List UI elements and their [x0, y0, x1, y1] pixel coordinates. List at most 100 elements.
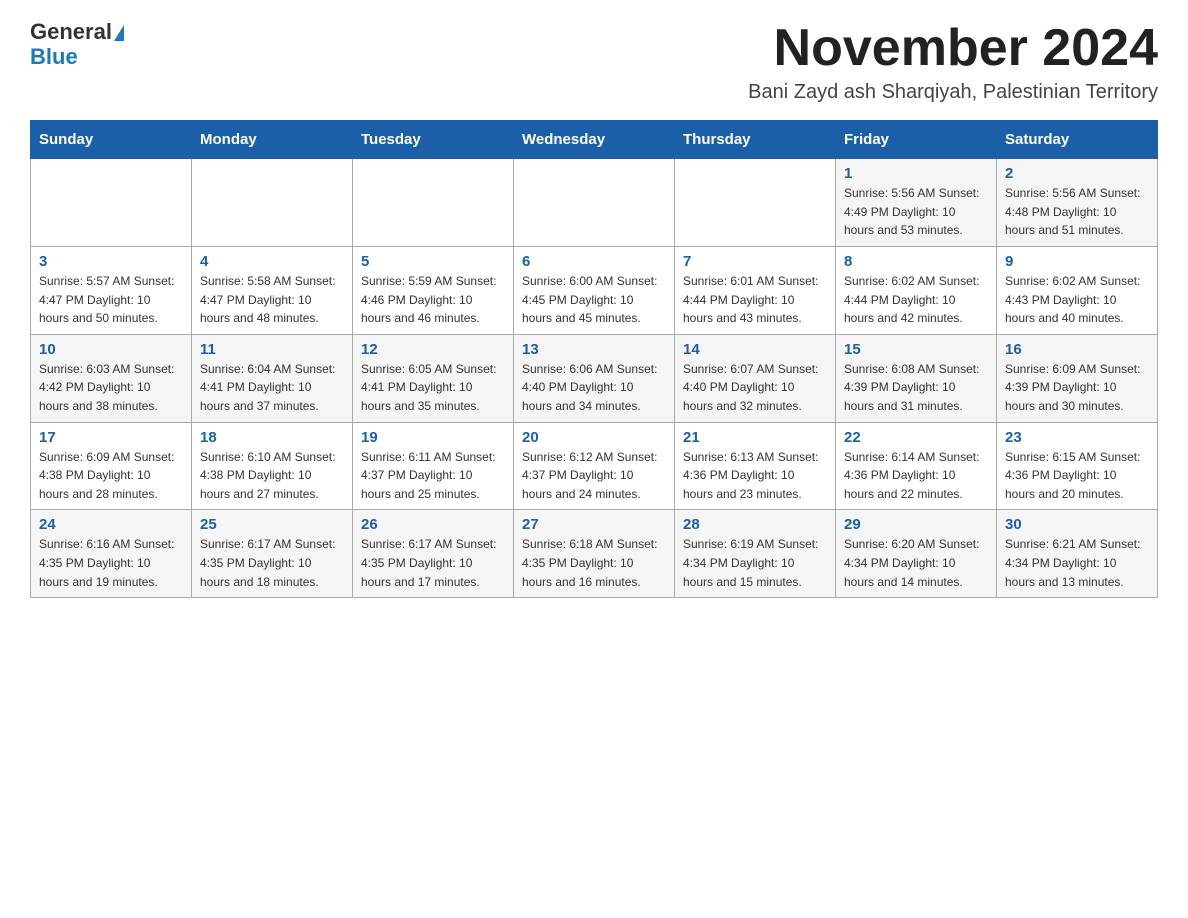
day-number: 13: [522, 341, 666, 358]
day-number: 22: [844, 429, 988, 446]
day-number: 4: [200, 253, 344, 270]
logo-general-text: General: [30, 19, 112, 44]
day-number: 26: [361, 516, 505, 533]
table-row: 24Sunrise: 6:16 AM Sunset: 4:35 PM Dayli…: [31, 510, 192, 598]
day-number: 11: [200, 341, 344, 358]
day-info: Sunrise: 5:59 AM Sunset: 4:46 PM Dayligh…: [361, 272, 505, 328]
table-row: 20 Sunrise: 6:12 AM Sunset: 4:37 PM Dayli…: [514, 422, 675, 510]
calendar-week-row: 24Sunrise: 6:16 AM Sunset: 4:35 PM Dayli…: [31, 510, 1158, 598]
calendar-header-row: Sunday Monday Tuesday Wednesday Thursday…: [31, 121, 1158, 159]
day-number: 12: [361, 341, 505, 358]
title-block: November 2024 Bani Zayd ash Sharqiyah, P…: [748, 20, 1158, 104]
col-saturday: Saturday: [997, 121, 1158, 159]
table-row: 11 Sunrise: 6:04 AM Sunset: 4:41 PM Dayli…: [192, 334, 353, 422]
table-row: 14Sunrise: 6:07 AM Sunset: 4:40 PM Dayli…: [675, 334, 836, 422]
table-row: 7 Sunrise: 6:01 AM Sunset: 4:44 PM Daylig…: [675, 246, 836, 334]
calendar-week-row: 10 Sunrise: 6:03 AM Sunset: 4:42 PM Dayli…: [31, 334, 1158, 422]
table-row: [514, 159, 675, 247]
day-info: Sunrise: 6:11 AM Sunset: 4:37 PM Dayligh…: [361, 448, 505, 504]
table-row: 30 Sunrise: 6:21 AM Sunset: 4:34 PM Dayli…: [997, 510, 1158, 598]
day-info: Sunrise: 6:02 AM Sunset: 4:44 PM Dayligh…: [844, 272, 988, 328]
day-info: Sunrise: 6:00 AM Sunset: 4:45 PM Dayligh…: [522, 272, 666, 328]
day-info: Sunrise: 6:04 AM Sunset: 4:41 PM Dayligh…: [200, 360, 344, 416]
day-info: Sunrise: 6:12 AM Sunset: 4:37 PM Dayligh…: [522, 448, 666, 504]
table-row: [192, 159, 353, 247]
table-row: 2 Sunrise: 5:56 AM Sunset: 4:48 PM Daylig…: [997, 159, 1158, 247]
day-number: 6: [522, 253, 666, 270]
col-thursday: Thursday: [675, 121, 836, 159]
table-row: 21Sunrise: 6:13 AM Sunset: 4:36 PM Dayli…: [675, 422, 836, 510]
day-info: Sunrise: 5:56 AM Sunset: 4:49 PM Dayligh…: [844, 184, 988, 240]
day-number: 5: [361, 253, 505, 270]
day-info: Sunrise: 6:14 AM Sunset: 4:36 PM Dayligh…: [844, 448, 988, 504]
day-number: 23: [1005, 429, 1149, 446]
calendar-week-row: 17Sunrise: 6:09 AM Sunset: 4:38 PM Dayli…: [31, 422, 1158, 510]
table-row: 10 Sunrise: 6:03 AM Sunset: 4:42 PM Dayli…: [31, 334, 192, 422]
day-info: Sunrise: 6:10 AM Sunset: 4:38 PM Dayligh…: [200, 448, 344, 504]
table-row: [353, 159, 514, 247]
table-row: [31, 159, 192, 247]
col-monday: Monday: [192, 121, 353, 159]
day-number: 21: [683, 429, 827, 446]
day-number: 7: [683, 253, 827, 270]
day-info: Sunrise: 6:19 AM Sunset: 4:34 PM Dayligh…: [683, 535, 827, 591]
day-number: 29: [844, 516, 988, 533]
day-info: Sunrise: 6:09 AM Sunset: 4:38 PM Dayligh…: [39, 448, 183, 504]
day-info: Sunrise: 6:21 AM Sunset: 4:34 PM Dayligh…: [1005, 535, 1149, 591]
month-title: November 2024: [748, 20, 1158, 77]
calendar-table: Sunday Monday Tuesday Wednesday Thursday…: [30, 120, 1158, 598]
table-row: 18 Sunrise: 6:10 AM Sunset: 4:38 PM Dayli…: [192, 422, 353, 510]
day-number: 25: [200, 516, 344, 533]
day-number: 10: [39, 341, 183, 358]
table-row: 15 Sunrise: 6:08 AM Sunset: 4:39 PM Dayli…: [836, 334, 997, 422]
page-header: General Blue November 2024 Bani Zayd ash…: [30, 20, 1158, 104]
table-row: 23Sunrise: 6:15 AM Sunset: 4:36 PM Dayli…: [997, 422, 1158, 510]
day-info: Sunrise: 6:17 AM Sunset: 4:35 PM Dayligh…: [200, 535, 344, 591]
day-number: 8: [844, 253, 988, 270]
table-row: 9 Sunrise: 6:02 AM Sunset: 4:43 PM Daylig…: [997, 246, 1158, 334]
day-number: 24: [39, 516, 183, 533]
day-number: 16: [1005, 341, 1149, 358]
day-info: Sunrise: 6:17 AM Sunset: 4:35 PM Dayligh…: [361, 535, 505, 591]
table-row: 8 Sunrise: 6:02 AM Sunset: 4:44 PM Daylig…: [836, 246, 997, 334]
logo-blue-text: Blue: [30, 44, 78, 70]
day-info: Sunrise: 6:08 AM Sunset: 4:39 PM Dayligh…: [844, 360, 988, 416]
day-info: Sunrise: 6:09 AM Sunset: 4:39 PM Dayligh…: [1005, 360, 1149, 416]
day-number: 18: [200, 429, 344, 446]
day-number: 28: [683, 516, 827, 533]
day-info: Sunrise: 6:05 AM Sunset: 4:41 PM Dayligh…: [361, 360, 505, 416]
day-number: 19: [361, 429, 505, 446]
day-info: Sunrise: 6:03 AM Sunset: 4:42 PM Dayligh…: [39, 360, 183, 416]
col-friday: Friday: [836, 121, 997, 159]
calendar-week-row: 1 Sunrise: 5:56 AM Sunset: 4:49 PM Daylig…: [31, 159, 1158, 247]
table-row: 17Sunrise: 6:09 AM Sunset: 4:38 PM Dayli…: [31, 422, 192, 510]
table-row: 27Sunrise: 6:18 AM Sunset: 4:35 PM Dayli…: [514, 510, 675, 598]
day-info: Sunrise: 6:01 AM Sunset: 4:44 PM Dayligh…: [683, 272, 827, 328]
day-info: Sunrise: 5:56 AM Sunset: 4:48 PM Dayligh…: [1005, 184, 1149, 240]
calendar-week-row: 3Sunrise: 5:57 AM Sunset: 4:47 PM Daylig…: [31, 246, 1158, 334]
day-number: 9: [1005, 253, 1149, 270]
logo-triangle-icon: [114, 25, 124, 41]
day-info: Sunrise: 6:02 AM Sunset: 4:43 PM Dayligh…: [1005, 272, 1149, 328]
col-sunday: Sunday: [31, 121, 192, 159]
logo: General Blue: [30, 20, 124, 70]
day-info: Sunrise: 6:20 AM Sunset: 4:34 PM Dayligh…: [844, 535, 988, 591]
day-number: 2: [1005, 165, 1149, 182]
table-row: 16 Sunrise: 6:09 AM Sunset: 4:39 PM Dayli…: [997, 334, 1158, 422]
day-number: 20: [522, 429, 666, 446]
table-row: 13Sunrise: 6:06 AM Sunset: 4:40 PM Dayli…: [514, 334, 675, 422]
day-number: 15: [844, 341, 988, 358]
day-info: Sunrise: 5:58 AM Sunset: 4:47 PM Dayligh…: [200, 272, 344, 328]
table-row: [675, 159, 836, 247]
table-row: 1 Sunrise: 5:56 AM Sunset: 4:49 PM Daylig…: [836, 159, 997, 247]
table-row: 4 Sunrise: 5:58 AM Sunset: 4:47 PM Daylig…: [192, 246, 353, 334]
day-number: 30: [1005, 516, 1149, 533]
location-subtitle: Bani Zayd ash Sharqiyah, Palestinian Ter…: [748, 81, 1158, 104]
col-wednesday: Wednesday: [514, 121, 675, 159]
col-tuesday: Tuesday: [353, 121, 514, 159]
table-row: 28 Sunrise: 6:19 AM Sunset: 4:34 PM Dayli…: [675, 510, 836, 598]
day-number: 1: [844, 165, 988, 182]
day-info: Sunrise: 5:57 AM Sunset: 4:47 PM Dayligh…: [39, 272, 183, 328]
day-number: 27: [522, 516, 666, 533]
table-row: 22 Sunrise: 6:14 AM Sunset: 4:36 PM Dayli…: [836, 422, 997, 510]
